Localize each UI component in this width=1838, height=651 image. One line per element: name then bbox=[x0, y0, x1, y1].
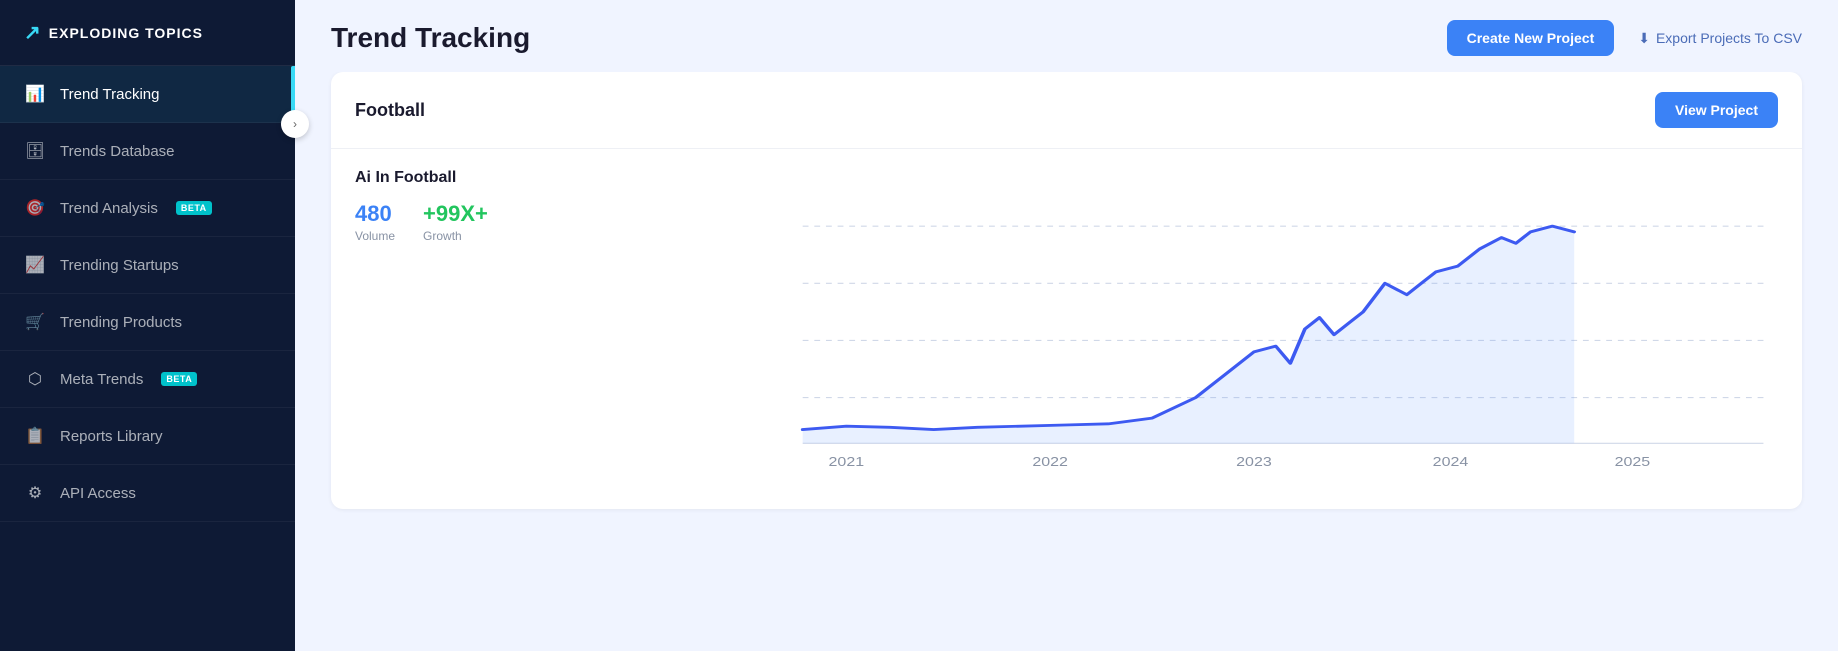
trend-tracking-icon: 📊 bbox=[24, 84, 46, 104]
sidebar-item-trends-database[interactable]: 🗄 Trends Database bbox=[0, 123, 295, 180]
volume-label: Volume bbox=[355, 229, 395, 243]
sidebar-item-api-access[interactable]: ⚙ API Access bbox=[0, 465, 295, 522]
sidebar-item-trending-startups[interactable]: 📈 Trending Startups bbox=[0, 237, 295, 294]
meta-trends-icon: ⬡ bbox=[24, 369, 46, 389]
logo-text: EXPLODING TOPICS bbox=[49, 25, 203, 41]
trending-products-label: Trending Products bbox=[60, 314, 182, 331]
svg-text:2021: 2021 bbox=[829, 456, 865, 470]
volume-stat: 480 Volume bbox=[355, 201, 395, 243]
view-project-button[interactable]: View Project bbox=[1655, 92, 1778, 128]
reports-library-label: Reports Library bbox=[60, 428, 163, 445]
create-project-button[interactable]: Create New Project bbox=[1447, 20, 1615, 56]
trend-info: Ai In Football 480 Volume +99X+ Growth bbox=[355, 169, 735, 489]
header-actions: Create New Project ⬇ Export Projects To … bbox=[1447, 20, 1802, 56]
meta-trends-label: Meta Trends bbox=[60, 371, 143, 388]
trend-chart-area: 2021 2022 2023 2024 2025 bbox=[759, 169, 1778, 489]
trend-name: Ai In Football bbox=[355, 169, 735, 187]
sidebar-item-meta-trends[interactable]: ⬡ Meta Trends BETA bbox=[0, 351, 295, 408]
trend-item: Ai In Football 480 Volume +99X+ Growth bbox=[331, 149, 1802, 509]
meta-trends-badge: BETA bbox=[161, 372, 197, 386]
main-content: Trend Tracking Create New Project ⬇ Expo… bbox=[295, 0, 1838, 651]
trend-analysis-label: Trend Analysis bbox=[60, 200, 158, 217]
logo-icon: ↗ bbox=[24, 20, 41, 45]
svg-text:2023: 2023 bbox=[1236, 456, 1272, 470]
sidebar-nav: 📊 Trend Tracking 🗄 Trends Database 🎯 Trend An… bbox=[0, 66, 295, 522]
volume-value: 480 bbox=[355, 201, 395, 227]
trend-chart: 2021 2022 2023 2024 2025 bbox=[759, 169, 1778, 489]
logo: ↗ EXPLODING TOPICS bbox=[0, 0, 295, 66]
trend-tracking-label: Trend Tracking bbox=[60, 86, 160, 103]
sidebar-item-trending-products[interactable]: 🛒 Trending Products bbox=[0, 294, 295, 351]
api-access-label: API Access bbox=[60, 485, 136, 502]
project-name: Football bbox=[355, 100, 425, 121]
trend-stats: 480 Volume +99X+ Growth bbox=[355, 201, 735, 243]
svg-text:2025: 2025 bbox=[1615, 456, 1651, 470]
trending-startups-icon: 📈 bbox=[24, 255, 46, 275]
content-area: Football View Project Ai In Football 480… bbox=[295, 72, 1838, 651]
sidebar-item-trend-analysis[interactable]: 🎯 Trend Analysis BETA bbox=[0, 180, 295, 237]
reports-library-icon: 📋 bbox=[24, 426, 46, 446]
trends-database-label: Trends Database bbox=[60, 143, 175, 160]
svg-text:2024: 2024 bbox=[1433, 456, 1469, 470]
trend-analysis-icon: 🎯 bbox=[24, 198, 46, 218]
trending-startups-label: Trending Startups bbox=[60, 257, 179, 274]
page-header: Trend Tracking Create New Project ⬇ Expo… bbox=[295, 0, 1838, 72]
api-access-icon: ⚙ bbox=[24, 483, 46, 503]
trends-database-icon: 🗄 bbox=[24, 141, 46, 161]
sidebar: ↗ EXPLODING TOPICS › 📊Trend Tracking🗄Tre… bbox=[0, 0, 295, 651]
growth-label: Growth bbox=[423, 229, 488, 243]
export-label: Export Projects To CSV bbox=[1656, 30, 1802, 46]
page-title: Trend Tracking bbox=[331, 22, 530, 54]
project-header: Football View Project bbox=[331, 72, 1802, 149]
download-icon: ⬇ bbox=[1638, 30, 1650, 47]
sidebar-item-reports-library[interactable]: 📋 Reports Library bbox=[0, 408, 295, 465]
svg-text:2022: 2022 bbox=[1032, 456, 1068, 470]
project-card: Football View Project Ai In Football 480… bbox=[331, 72, 1802, 509]
growth-stat: +99X+ Growth bbox=[423, 201, 488, 243]
export-csv-button[interactable]: ⬇ Export Projects To CSV bbox=[1638, 30, 1802, 47]
trending-products-icon: 🛒 bbox=[24, 312, 46, 332]
sidebar-item-trend-tracking[interactable]: 📊 Trend Tracking bbox=[0, 66, 295, 123]
growth-value: +99X+ bbox=[423, 201, 488, 227]
sidebar-collapse-button[interactable]: › bbox=[281, 110, 309, 138]
trend-analysis-badge: BETA bbox=[176, 201, 212, 215]
